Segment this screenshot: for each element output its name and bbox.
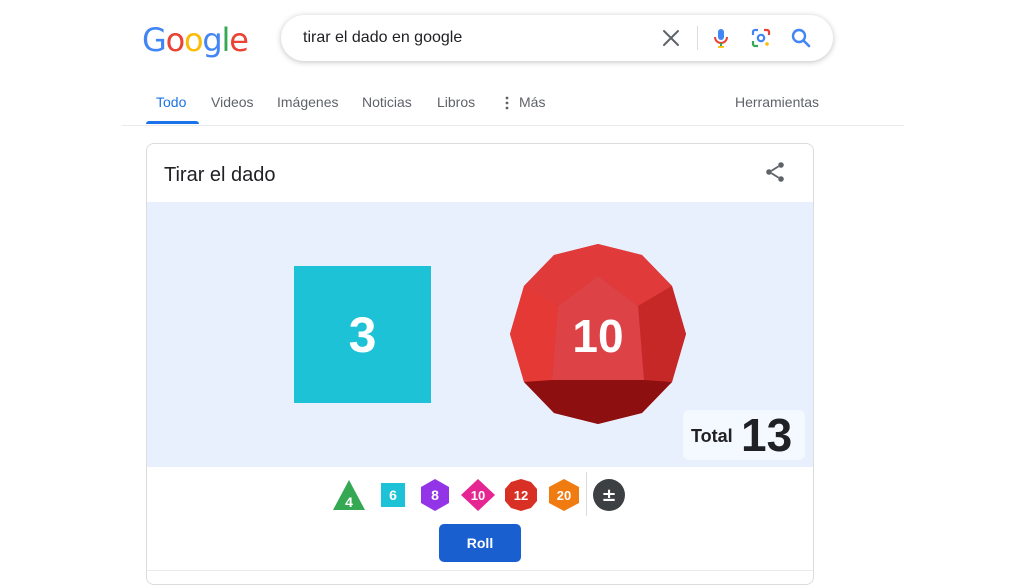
d10-label: 10 bbox=[471, 488, 485, 503]
google-logo[interactable]: Google bbox=[142, 20, 249, 60]
tab-imagenes[interactable]: Imágenes bbox=[277, 94, 338, 110]
tab-videos[interactable]: Videos bbox=[211, 94, 254, 110]
modifier-label: ± bbox=[601, 485, 616, 506]
lens-icon[interactable] bbox=[749, 26, 773, 50]
add-d6-button[interactable]: 6 bbox=[375, 478, 411, 512]
tab-todo[interactable]: Todo bbox=[156, 94, 186, 110]
d8-label: 8 bbox=[431, 487, 439, 503]
d12-die-value: 10 bbox=[572, 310, 623, 362]
search-box bbox=[281, 15, 833, 61]
d4-label: 4 bbox=[345, 494, 353, 510]
logo-letter: o bbox=[165, 21, 186, 59]
logo-letter: o bbox=[184, 21, 204, 59]
card-title: Tirar el dado bbox=[164, 164, 276, 186]
logo-letter: G bbox=[142, 21, 167, 59]
d12-die: 10 bbox=[510, 244, 686, 424]
tabs-divider bbox=[122, 125, 904, 126]
logo-letter: l bbox=[221, 21, 231, 59]
d6-label: 6 bbox=[389, 487, 397, 503]
search-divider bbox=[697, 26, 698, 50]
close-icon[interactable] bbox=[659, 26, 683, 50]
search-input[interactable] bbox=[303, 15, 643, 61]
dice-display-area: 3 10 Total 13 bbox=[147, 202, 813, 467]
search-icon[interactable] bbox=[789, 26, 813, 50]
d6-die-value: 3 bbox=[348, 306, 377, 363]
tools-button[interactable]: Herramientas bbox=[735, 94, 819, 110]
dice-roller-card: Tirar el dado 3 10 Total 13 4 6 8 10 12 … bbox=[146, 143, 814, 585]
add-d10-button[interactable]: 10 bbox=[460, 478, 496, 512]
total-value: 13 bbox=[741, 409, 793, 461]
more-vert-icon bbox=[505, 96, 509, 110]
d12-label: 12 bbox=[514, 488, 528, 503]
logo-letter: e bbox=[229, 21, 249, 59]
tab-libros[interactable]: Libros bbox=[437, 94, 475, 110]
add-d4-button[interactable]: 4 bbox=[331, 478, 367, 512]
total-label: Total bbox=[691, 426, 733, 446]
active-tab-indicator bbox=[146, 121, 199, 124]
add-d8-button[interactable]: 8 bbox=[417, 478, 453, 512]
share-icon[interactable] bbox=[763, 160, 787, 184]
tab-noticias[interactable]: Noticias bbox=[362, 94, 412, 110]
logo-letter: g bbox=[202, 21, 222, 59]
add-d12-button[interactable]: 12 bbox=[503, 478, 539, 512]
microphone-icon[interactable] bbox=[709, 26, 733, 50]
total-box: Total 13 bbox=[683, 410, 805, 460]
card-footer-divider bbox=[147, 570, 813, 571]
modifier-button[interactable]: ± bbox=[591, 478, 627, 512]
search-tabs: Todo Videos Imágenes Noticias Libros Más… bbox=[0, 86, 1024, 126]
d6-die: 3 bbox=[294, 266, 431, 403]
roll-button[interactable]: Roll bbox=[439, 524, 521, 562]
add-d20-button[interactable]: 20 bbox=[546, 478, 582, 512]
die-options-divider bbox=[586, 472, 587, 516]
tab-mas-label: Más bbox=[519, 94, 546, 110]
d20-label: 20 bbox=[557, 488, 571, 503]
